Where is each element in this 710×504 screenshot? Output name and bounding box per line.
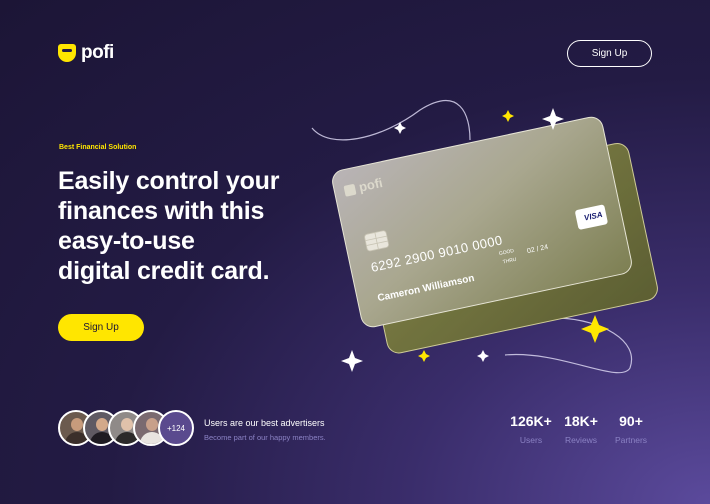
sparkle-icon xyxy=(341,350,363,372)
stat-value: 126K+ xyxy=(510,413,552,429)
card-good-label: GOOD xyxy=(498,248,515,258)
logo-icon xyxy=(58,44,76,62)
hero-signup-button[interactable]: Sign Up xyxy=(58,314,144,341)
hero-headline: Easily control your finances with this e… xyxy=(58,166,358,286)
visa-logo: VISA xyxy=(583,209,604,223)
card-number: 6292 2900 9010 0000 xyxy=(369,232,504,275)
decor-curve xyxy=(311,100,471,141)
headline-line: Easily control your xyxy=(58,167,280,195)
avatar-more-count: +124 xyxy=(158,410,194,446)
stat-label: Partners xyxy=(614,435,648,445)
sparkle-icon xyxy=(581,315,609,343)
avatar-group: +124 xyxy=(58,410,198,448)
stat-label: Reviews xyxy=(564,435,598,445)
stat-reviews: 18K+ Reviews xyxy=(560,413,602,445)
card-brand: pofi xyxy=(357,175,384,195)
stat-value: 90+ xyxy=(619,413,643,429)
stat-label: Users xyxy=(519,435,543,445)
eyebrow-text: Best Financial Solution xyxy=(59,144,137,151)
stat-partners: 90+ Partners xyxy=(610,413,652,445)
card-expiry: 02 / 24 xyxy=(526,243,549,256)
social-subtitle: Become part of our happy members. xyxy=(204,433,326,442)
sparkle-icon xyxy=(502,110,514,122)
headline-line: finances with this xyxy=(58,197,265,225)
stat-users: 126K+ Users xyxy=(510,413,552,445)
headline-line: digital credit card. xyxy=(58,257,270,285)
header-signup-button[interactable]: Sign Up xyxy=(567,40,652,67)
sparkle-icon xyxy=(477,350,489,362)
sparkle-icon xyxy=(394,122,406,134)
card-thru-label: THRU xyxy=(502,256,518,266)
social-title: Users are our best advertisers xyxy=(204,418,325,428)
stat-value: 18K+ xyxy=(564,413,598,429)
headline-line: easy-to-use xyxy=(58,227,195,255)
logo[interactable]: pofi xyxy=(58,42,114,64)
sparkle-icon xyxy=(418,350,430,362)
logo-text: pofi xyxy=(81,42,114,63)
card-holder: Cameron Williamson xyxy=(376,272,476,305)
